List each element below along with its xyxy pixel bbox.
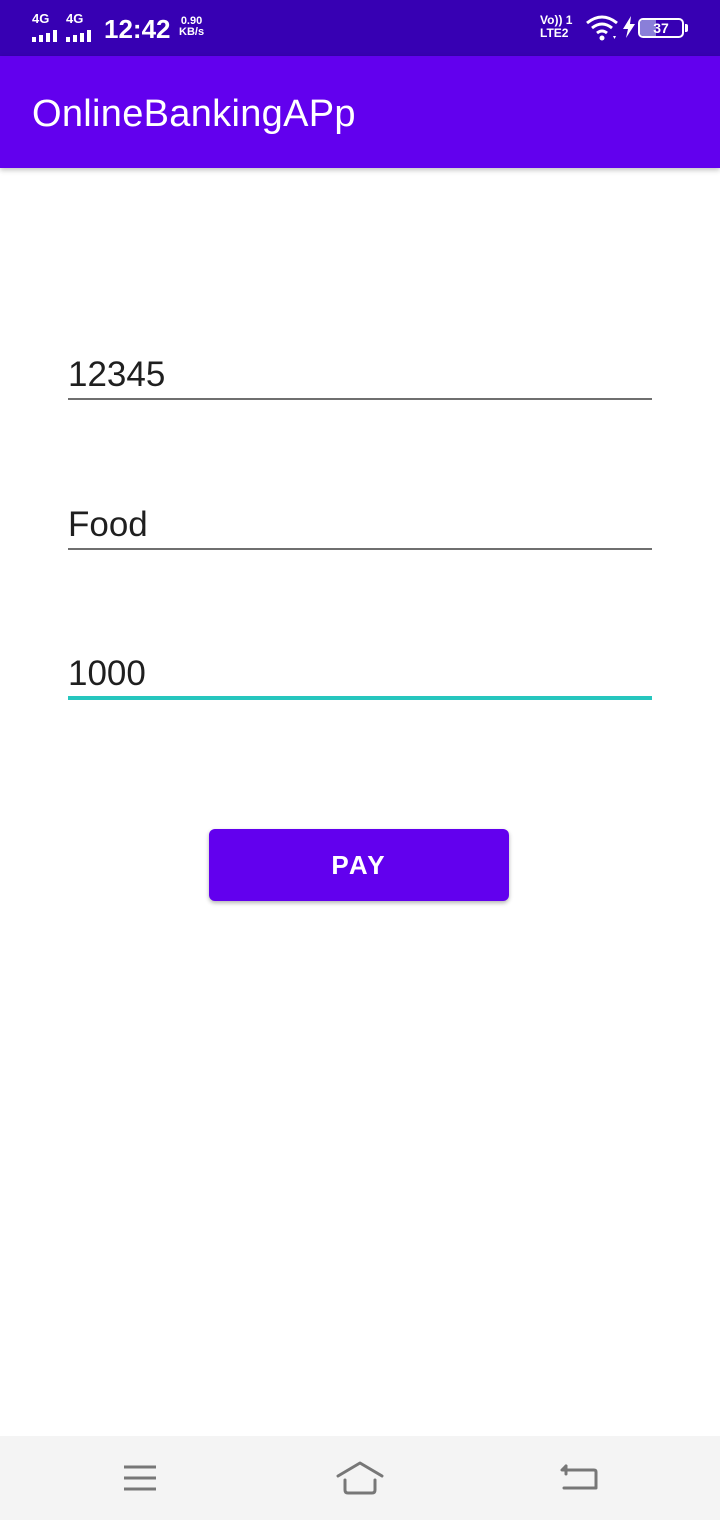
back-icon[interactable]	[556, 1454, 604, 1502]
app-title: OnlineBankingAPp	[32, 93, 356, 135]
volte-line2: LTE2	[540, 26, 569, 40]
home-icon[interactable]	[336, 1454, 384, 1502]
battery-level: 37	[653, 20, 669, 36]
status-time: 12:42	[104, 14, 171, 44]
battery-tip	[685, 24, 688, 32]
account-number-field[interactable]	[68, 352, 652, 400]
status-bar: 4G 4G 12:42 0.90 KB/s Vo)) 1 LTE2 37	[0, 0, 720, 56]
network-type-label: 4G	[32, 11, 50, 26]
charging-icon	[623, 16, 635, 38]
app-bar: OnlineBankingAPp	[0, 56, 720, 168]
pay-button[interactable]: PAY	[209, 829, 509, 901]
network-speed: 0.90 KB/s	[179, 16, 204, 38]
signal-sim2-icon: 4G	[66, 12, 96, 42]
screen: 4G 4G 12:42 0.90 KB/s Vo)) 1 LTE2 37 Onl…	[0, 0, 720, 1520]
volte-indicator: Vo)) 1 LTE2	[540, 14, 572, 40]
signal-sim1-icon: 4G	[32, 12, 62, 42]
battery-icon: 37	[638, 18, 684, 38]
navigation-bar	[0, 1436, 720, 1520]
payment-category-field[interactable]	[68, 502, 652, 550]
network-type-label: 4G	[66, 11, 84, 26]
network-speed-unit: KB/s	[179, 26, 205, 38]
amount-field[interactable]	[68, 652, 652, 700]
menu-icon[interactable]	[116, 1454, 164, 1502]
wifi-icon	[586, 15, 618, 41]
